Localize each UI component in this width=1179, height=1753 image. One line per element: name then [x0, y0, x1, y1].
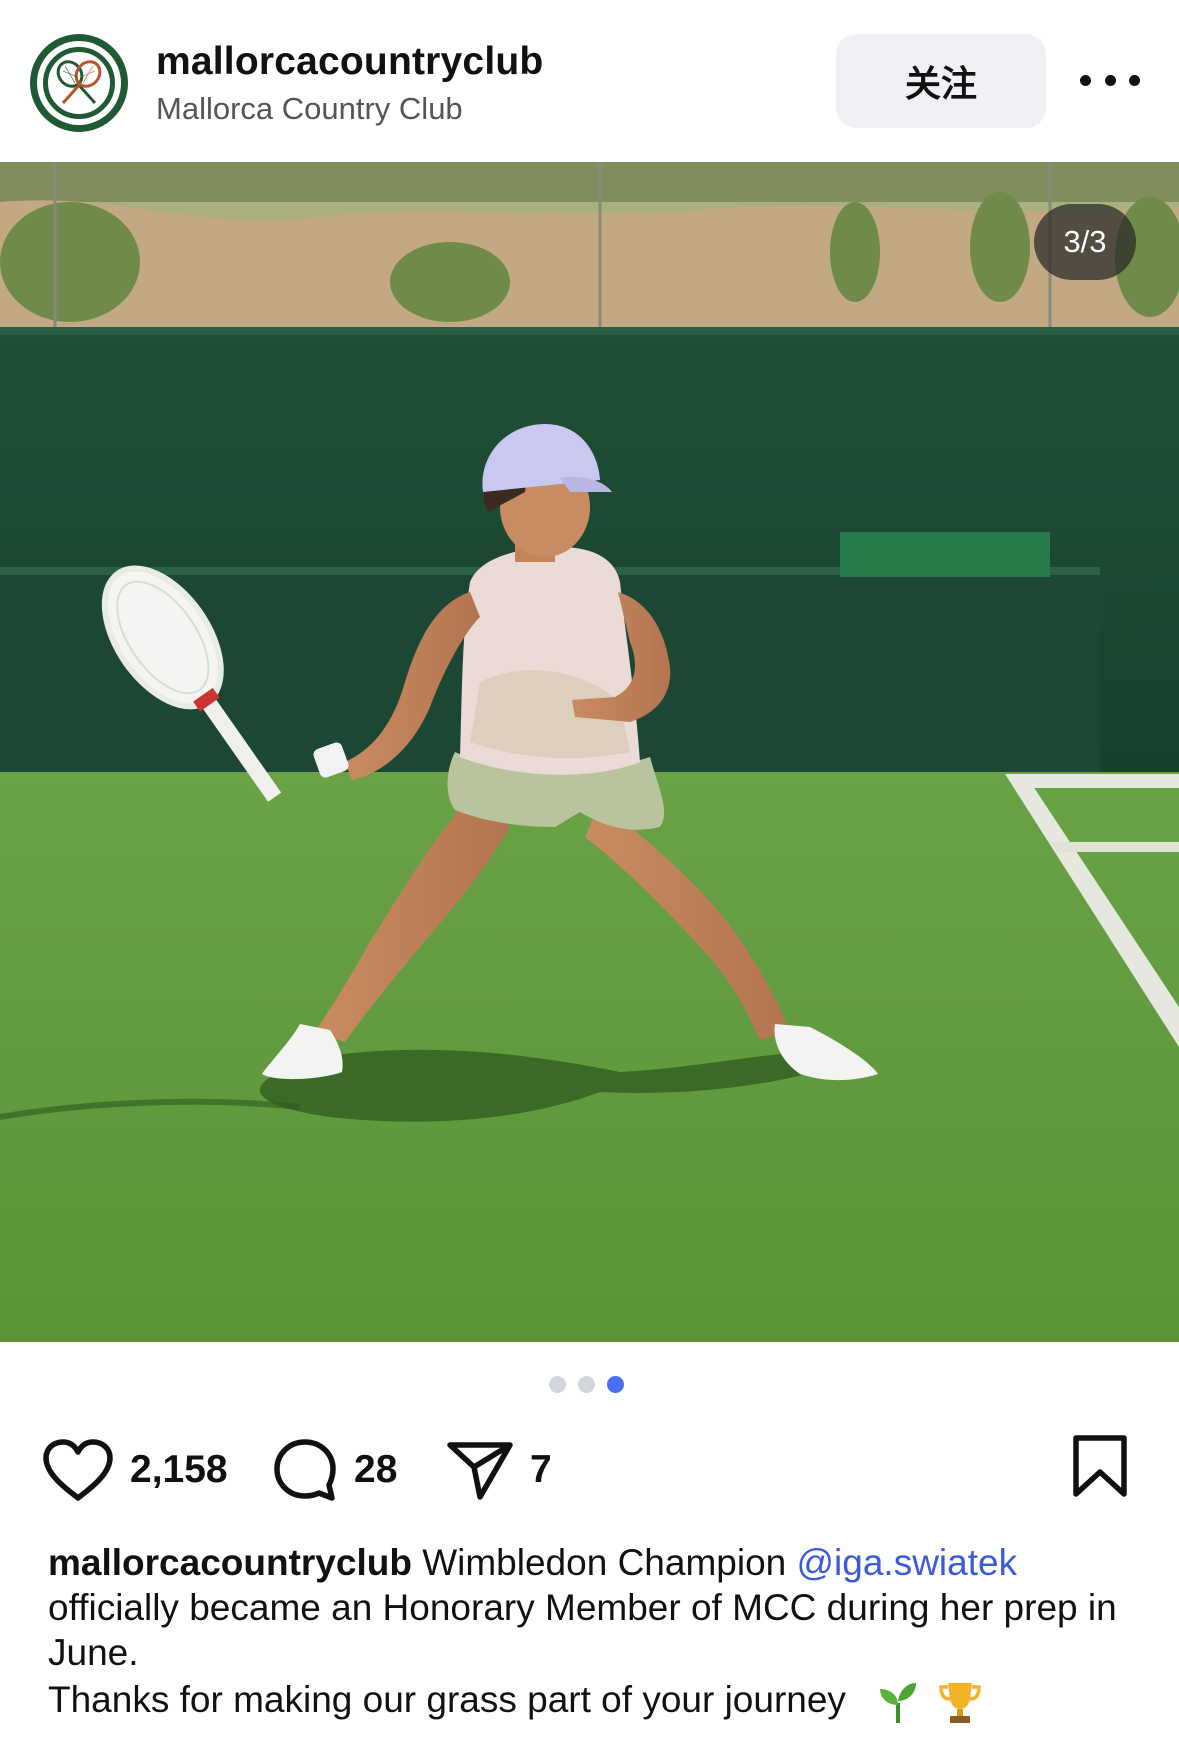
account-display-name: Mallorca Country Club — [156, 91, 463, 126]
more-dot — [1104, 74, 1116, 86]
image-counter: 3/3 — [1034, 204, 1136, 280]
like-count: 2,158 — [130, 1448, 228, 1491]
caption-paragraph: mallorcacountryclub Wimbledon Champion @… — [48, 1540, 1148, 1675]
avatar-ring — [37, 41, 121, 125]
tennis-player-photo — [0, 162, 1179, 1342]
avatar-inner — [43, 47, 115, 119]
post-photo[interactable] — [0, 162, 1179, 1342]
tennis-rackets-logo-icon — [56, 60, 102, 105]
post-caption: mallorcacountryclub Wimbledon Champion @… — [48, 1540, 1148, 1725]
carousel-indicator — [549, 1376, 624, 1393]
share-icon — [447, 1442, 513, 1500]
caption-username[interactable]: mallorcacountryclub — [48, 1542, 412, 1583]
carousel-dot[interactable] — [549, 1376, 566, 1393]
heart-icon — [43, 1439, 113, 1501]
caption-text-2: officially became an Honorary Member of … — [48, 1587, 1117, 1673]
like-button[interactable]: 2,158 — [42, 1430, 228, 1510]
caption-text-3: Thanks for making our grass part of your… — [48, 1679, 846, 1720]
caption-mention[interactable]: @iga.swiatek — [797, 1542, 1018, 1583]
caption-text-1: Wimbledon Champion — [411, 1542, 797, 1583]
more-dot — [1080, 74, 1091, 86]
account-username[interactable]: mallorcacountryclub — [156, 40, 543, 84]
bookmark-icon[interactable] — [1070, 1434, 1130, 1503]
more-dot — [1129, 74, 1140, 86]
account-avatar[interactable] — [30, 34, 128, 132]
comment-icon — [274, 1439, 336, 1501]
comment-count: 28 — [354, 1448, 398, 1491]
carousel-dot[interactable] — [578, 1376, 595, 1393]
comment-button[interactable]: 28 — [272, 1430, 397, 1510]
share-button[interactable]: 7 — [446, 1430, 552, 1510]
follow-button[interactable]: 关注 — [836, 34, 1046, 128]
caption-line-thanks: Thanks for making our grass part of your… — [48, 1677, 1148, 1725]
carousel-dot-active[interactable] — [607, 1376, 624, 1393]
share-count: 7 — [530, 1448, 552, 1491]
more-icon[interactable] — [1080, 60, 1140, 100]
seedling-emoji — [880, 1683, 917, 1724]
trophy-emoji — [939, 1683, 982, 1724]
action-bar: 2,158 28 7 — [0, 1430, 1179, 1510]
post-header: mallorcacountryclub Mallorca Country Clu… — [0, 0, 1179, 162]
bookmark-svg — [1073, 1435, 1127, 1497]
